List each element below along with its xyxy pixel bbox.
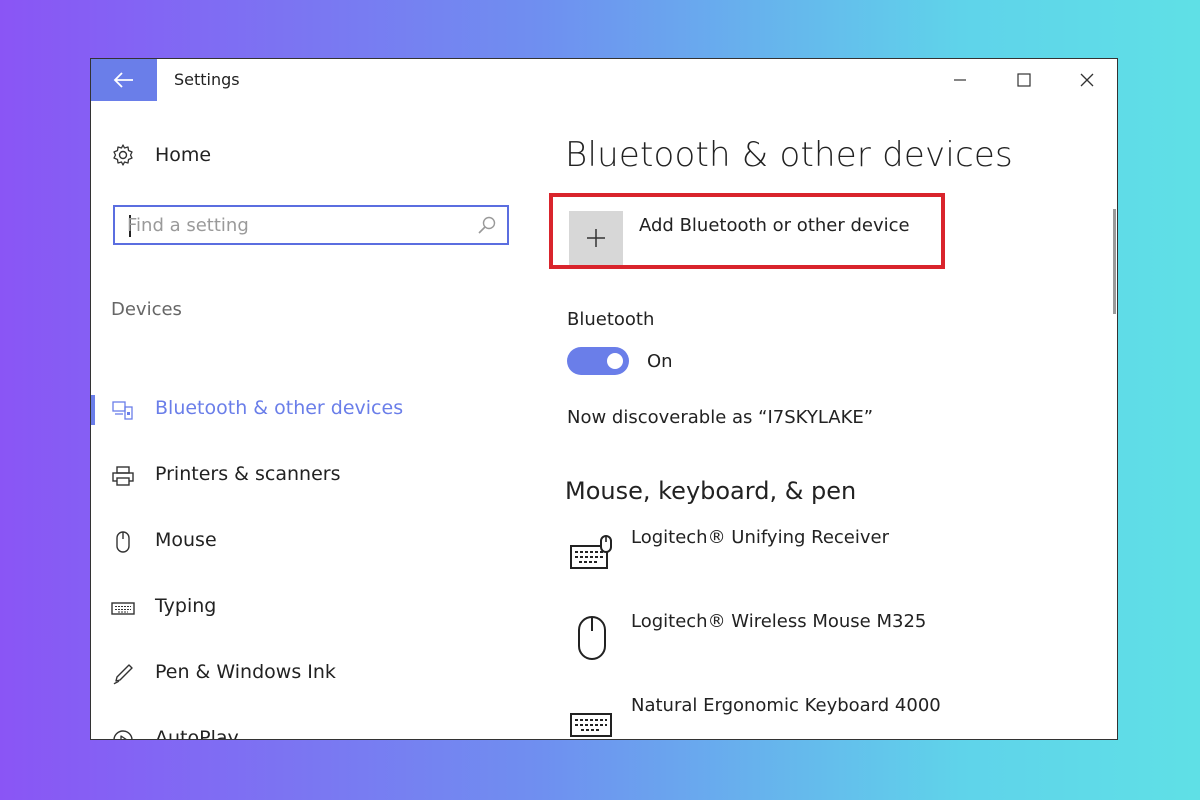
back-button[interactable] bbox=[91, 59, 157, 101]
sidebar-item-printers[interactable]: Printers & scanners bbox=[91, 455, 531, 495]
sidebar-item-label: Printers & scanners bbox=[155, 463, 341, 485]
active-indicator bbox=[91, 395, 95, 425]
home-link[interactable]: Home bbox=[111, 143, 211, 167]
sidebar-item-label: Mouse bbox=[155, 529, 217, 551]
back-arrow-icon bbox=[113, 72, 133, 88]
device-name: Logitech® Wireless Mouse M325 bbox=[631, 611, 927, 632]
home-label: Home bbox=[155, 144, 212, 166]
printer-icon bbox=[111, 464, 135, 488]
minimize-button[interactable] bbox=[934, 59, 986, 101]
search-box[interactable] bbox=[113, 205, 509, 245]
device-list-item[interactable]: Logitech® Wireless Mouse M325 bbox=[565, 611, 1085, 671]
plus-icon bbox=[587, 229, 605, 247]
add-device-button[interactable] bbox=[569, 211, 623, 265]
title-bar: Settings bbox=[91, 59, 1117, 101]
close-icon bbox=[1080, 73, 1094, 87]
sidebar-item-typing[interactable]: Typing bbox=[91, 587, 531, 627]
sidebar-item-label: AutoPlay bbox=[155, 727, 239, 740]
maximize-icon bbox=[1017, 73, 1031, 87]
keyboard-icon bbox=[569, 699, 615, 739]
device-name: Natural Ergonomic Keyboard 4000 bbox=[631, 695, 941, 716]
sidebar-item-label: Typing bbox=[155, 595, 217, 617]
sidebar-item-pen[interactable]: Pen & Windows Ink bbox=[91, 653, 531, 693]
sidebar: Home Devices Bluetooth & other devices bbox=[91, 101, 541, 740]
pen-icon bbox=[111, 662, 135, 686]
add-device-label[interactable]: Add Bluetooth or other device bbox=[639, 215, 910, 236]
maximize-button[interactable] bbox=[998, 59, 1050, 101]
mouse-icon bbox=[569, 615, 615, 661]
device-list-item[interactable]: Natural Ergonomic Keyboard 4000 bbox=[565, 695, 1085, 739]
keyboard-icon bbox=[111, 596, 135, 620]
autoplay-icon bbox=[111, 728, 135, 739]
toggle-knob bbox=[607, 353, 623, 369]
add-device-highlight: Add Bluetooth or other device bbox=[549, 193, 945, 269]
gear-icon bbox=[113, 144, 133, 166]
device-name: Logitech® Unifying Receiver bbox=[631, 527, 889, 548]
window-title: Settings bbox=[174, 70, 240, 89]
sidebar-item-bluetooth[interactable]: Bluetooth & other devices bbox=[91, 389, 531, 429]
discoverable-text: Now discoverable as “I7SKYLAKE” bbox=[567, 407, 874, 428]
scrollbar-thumb[interactable] bbox=[1113, 209, 1116, 314]
search-input[interactable] bbox=[127, 213, 467, 237]
minimize-icon bbox=[954, 79, 966, 81]
device-list-item[interactable]: Logitech® Unifying Receiver bbox=[565, 527, 1085, 587]
bluetooth-label: Bluetooth bbox=[567, 309, 655, 330]
section-label-devices: Devices bbox=[111, 299, 182, 320]
main-content: Bluetooth & other devices Add Bluetooth … bbox=[549, 101, 1105, 739]
mouse-icon bbox=[111, 530, 135, 554]
bluetooth-devices-icon bbox=[111, 398, 135, 422]
keyboard-mouse-icon bbox=[569, 531, 615, 577]
page-title: Bluetooth & other devices bbox=[565, 135, 1013, 175]
sidebar-item-label: Pen & Windows Ink bbox=[155, 661, 336, 683]
sidebar-item-autoplay[interactable]: AutoPlay bbox=[91, 719, 531, 740]
section-heading-mouse-keyboard-pen: Mouse, keyboard, & pen bbox=[565, 477, 857, 505]
sidebar-item-mouse[interactable]: Mouse bbox=[91, 521, 531, 561]
bluetooth-toggle[interactable] bbox=[567, 347, 629, 375]
search-icon[interactable] bbox=[477, 215, 497, 235]
close-button[interactable] bbox=[1061, 59, 1113, 101]
settings-window: Settings Home Devices bbox=[90, 58, 1118, 740]
sidebar-item-label: Bluetooth & other devices bbox=[155, 397, 404, 419]
bluetooth-state-label: On bbox=[647, 351, 673, 372]
